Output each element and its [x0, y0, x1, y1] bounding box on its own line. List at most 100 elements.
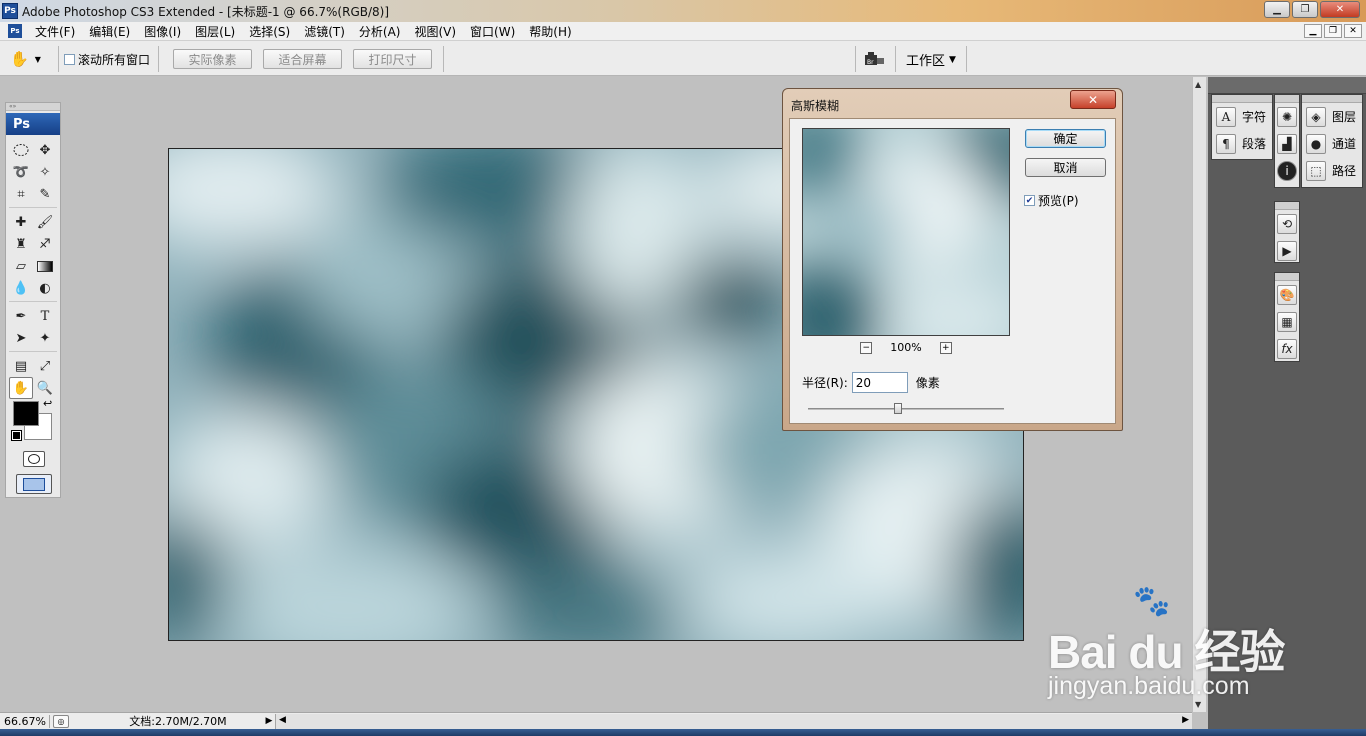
workspace-menu[interactable]: 工作区 ▼ [906, 50, 956, 69]
menu-view[interactable]: 视图(V) [407, 23, 463, 40]
quick-mask-icon [28, 454, 40, 464]
preview-image [803, 129, 1009, 335]
watermark-url: jingyan.baidu.com [1048, 672, 1250, 700]
scroll-all-windows-label: 滚动所有窗口 [78, 53, 151, 67]
navigator-panel-group: ✺ ▟ i [1274, 94, 1300, 188]
channels-panel-button[interactable]: ● 通道 [1302, 130, 1362, 157]
history-brush-icon[interactable]: ♐ [33, 233, 57, 255]
swatches-icon[interactable]: ▦ [1277, 311, 1297, 332]
screen-mode-button[interactable] [16, 474, 52, 494]
hand-tool-icon[interactable]: ✋ [9, 377, 33, 399]
menu-filter[interactable]: 滤镜(T) [297, 23, 352, 40]
magic-wand-icon[interactable]: ✧ [33, 161, 57, 183]
type-icon[interactable]: T [33, 305, 57, 327]
menu-window[interactable]: 窗口(W) [463, 23, 522, 40]
dodge-icon[interactable]: ◐ [33, 277, 57, 299]
brush-icon[interactable]: 🖌 [33, 211, 57, 233]
elliptical-marquee-icon[interactable] [9, 139, 33, 161]
preview-checkbox-box[interactable]: ✔ [1024, 195, 1035, 206]
tool-preset-picker[interactable]: ✋ ▼ [10, 49, 50, 69]
doc-minimize-button[interactable]: ▁ [1304, 24, 1322, 38]
custom-shape-icon[interactable]: ✦ [33, 327, 57, 349]
divider [966, 46, 967, 72]
gradient-icon[interactable] [33, 255, 57, 277]
styles-icon[interactable]: fx [1277, 338, 1297, 359]
fit-screen-button[interactable]: 适合屏幕 [263, 49, 342, 69]
bridge-icon[interactable]: Br [864, 51, 886, 67]
menu-file[interactable]: 文件(F) [28, 23, 82, 40]
navigator-icon[interactable]: ✺ [1277, 106, 1297, 127]
document-window-controls: ▁ ❐ ✕ [1304, 24, 1362, 38]
healing-brush-icon[interactable]: ✚ [9, 211, 33, 233]
minimize-button[interactable]: ▁ [1264, 1, 1290, 18]
close-button[interactable]: ✕ [1320, 1, 1360, 18]
swap-colors-icon[interactable]: ↩ [43, 397, 52, 410]
scroll-right-icon[interactable]: ▶ [1182, 715, 1189, 725]
radius-slider[interactable] [808, 403, 1004, 414]
status-menu-arrow-icon[interactable]: ▶ [263, 716, 275, 726]
menu-help[interactable]: 帮助(H) [522, 23, 578, 40]
default-colors-icon[interactable] [11, 430, 22, 441]
notes-icon[interactable]: ▤ [9, 355, 33, 377]
menu-select[interactable]: 选择(S) [242, 23, 297, 40]
actual-pixels-button[interactable]: 实际像素 [173, 49, 252, 69]
layers-icon: ◈ [1306, 106, 1326, 127]
menu-analysis[interactable]: 分析(A) [352, 23, 408, 40]
radius-slider-thumb[interactable] [894, 403, 902, 414]
quick-mask-button[interactable] [23, 451, 45, 467]
lasso-icon[interactable]: ➰ [9, 161, 33, 183]
photoshop-logo[interactable]: Ps [6, 113, 60, 135]
filter-preview[interactable] [802, 128, 1010, 336]
scroll-left-icon[interactable]: ◀ [279, 715, 286, 725]
crop-icon[interactable]: ⌗ [9, 183, 33, 205]
print-size-button[interactable]: 打印尺寸 [353, 49, 432, 69]
status-options-icon[interactable]: ◎ [53, 714, 69, 728]
maximize-button[interactable]: ❐ [1292, 1, 1318, 18]
paragraph-label: 段落 [1242, 137, 1267, 151]
slice-icon[interactable]: ✎ [33, 183, 57, 205]
checkbox-box[interactable] [64, 54, 75, 65]
histogram-icon[interactable]: ▟ [1277, 133, 1297, 154]
move-tool-icon[interactable]: ✥ [33, 139, 57, 161]
workspace-label: 工作区 [906, 54, 946, 69]
menu-layer[interactable]: 图层(L) [188, 23, 242, 40]
paragraph-panel-button[interactable]: ¶ 段落 [1212, 130, 1272, 157]
layers-panel-button[interactable]: ◈ 图层 [1302, 103, 1362, 130]
doc-restore-button[interactable]: ❐ [1324, 24, 1342, 38]
zoom-out-button[interactable]: − [860, 341, 873, 354]
eraser-icon[interactable]: ▱ [9, 255, 33, 277]
dialog-close-button[interactable]: ✕ [1070, 90, 1116, 109]
preview-checkbox-label: 预览(P) [1038, 194, 1079, 208]
info-icon[interactable]: i [1277, 160, 1297, 181]
menu-edit[interactable]: 编辑(E) [82, 23, 137, 40]
chevron-down-icon: ▼ [949, 54, 956, 65]
foreground-color-swatch[interactable] [13, 401, 39, 426]
actions-icon[interactable]: ▶ [1277, 240, 1297, 261]
toolbox-grip[interactable]: «» [6, 103, 60, 111]
scroll-up-icon[interactable]: ▲ [1195, 80, 1201, 89]
character-panel-button[interactable]: A 字符 [1212, 103, 1272, 130]
horizontal-scrollbar[interactable]: ◀ ▶ [275, 713, 1192, 729]
zoom-in-button[interactable]: + [939, 341, 952, 354]
doc-close-button[interactable]: ✕ [1344, 24, 1362, 38]
menu-image[interactable]: 图像(I) [137, 23, 188, 40]
radius-input[interactable] [851, 372, 908, 393]
ok-button[interactable]: 确定 [1025, 129, 1106, 148]
color-icon[interactable]: 🎨 [1277, 284, 1297, 305]
scroll-all-windows-checkbox[interactable]: 滚动所有窗口 [64, 51, 150, 68]
document-icon[interactable]: Ps [8, 24, 22, 38]
zoom-level[interactable]: 66.67% [0, 714, 50, 728]
path-selection-icon[interactable]: ➤ [9, 327, 33, 349]
pen-icon[interactable]: ✒ [9, 305, 33, 327]
paths-panel-button[interactable]: ⬚ 路径 [1302, 157, 1362, 184]
preview-checkbox[interactable]: ✔ 预览(P) [1024, 192, 1079, 209]
blur-icon[interactable]: 💧 [9, 277, 33, 299]
radius-control: 半径(R): 像素 [802, 372, 940, 393]
cancel-button[interactable]: 取消 [1025, 158, 1106, 177]
window-title: Adobe Photoshop CS3 Extended - [未标题-1 @ … [22, 4, 390, 19]
character-panel-group: A 字符 ¶ 段落 [1211, 94, 1273, 160]
history-icon[interactable]: ⟲ [1277, 213, 1297, 234]
clone-stamp-icon[interactable]: ♜ [9, 233, 33, 255]
eyedropper-icon[interactable]: ⤢ [33, 355, 57, 377]
zoom-icon[interactable]: 🔍 [33, 377, 57, 399]
